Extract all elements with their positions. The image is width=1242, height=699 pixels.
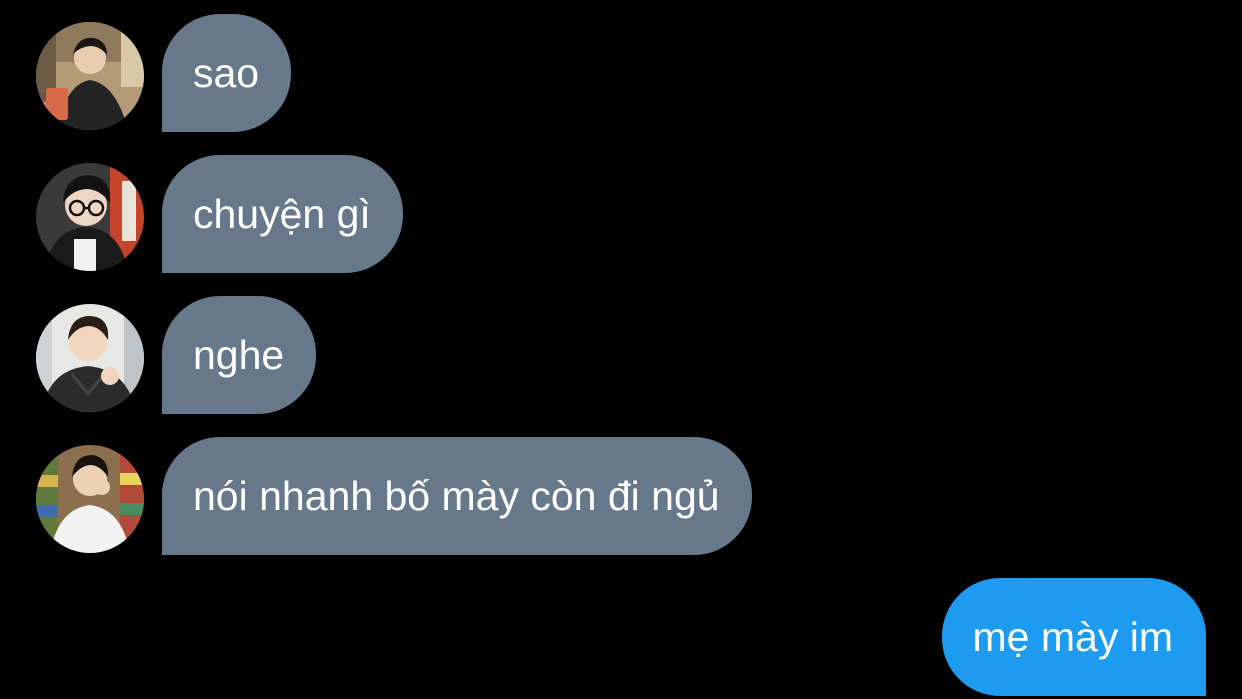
message-row: nói nhanh bố mày còn đi ngủ: [0, 437, 1242, 555]
message-row: chuyện gì: [0, 155, 1242, 273]
message-row: sao: [0, 14, 1242, 132]
chat-screen: { "colors": { "background": "#000000", "…: [0, 0, 1242, 699]
incoming-message-bubble[interactable]: sao: [162, 14, 292, 132]
incoming-message-bubble[interactable]: chuyện gì: [162, 155, 403, 273]
avatar[interactable]: [36, 304, 144, 412]
outgoing-message-bubble[interactable]: mẹ mày im: [941, 578, 1206, 696]
avatar[interactable]: [36, 22, 144, 130]
avatar[interactable]: [36, 445, 144, 553]
message-text: sao: [193, 49, 260, 96]
incoming-message-bubble[interactable]: nói nhanh bố mày còn đi ngủ: [162, 437, 752, 555]
message-text: mẹ mày im: [972, 613, 1173, 660]
message-row: mẹ mày im: [0, 578, 1242, 696]
message-text: chuyện gì: [193, 190, 371, 237]
message-text: nói nhanh bố mày còn đi ngủ: [193, 472, 720, 519]
message-text: nghe: [193, 331, 285, 378]
message-row: nghe: [0, 296, 1242, 414]
avatar[interactable]: [36, 163, 144, 271]
incoming-message-bubble[interactable]: nghe: [162, 296, 317, 414]
